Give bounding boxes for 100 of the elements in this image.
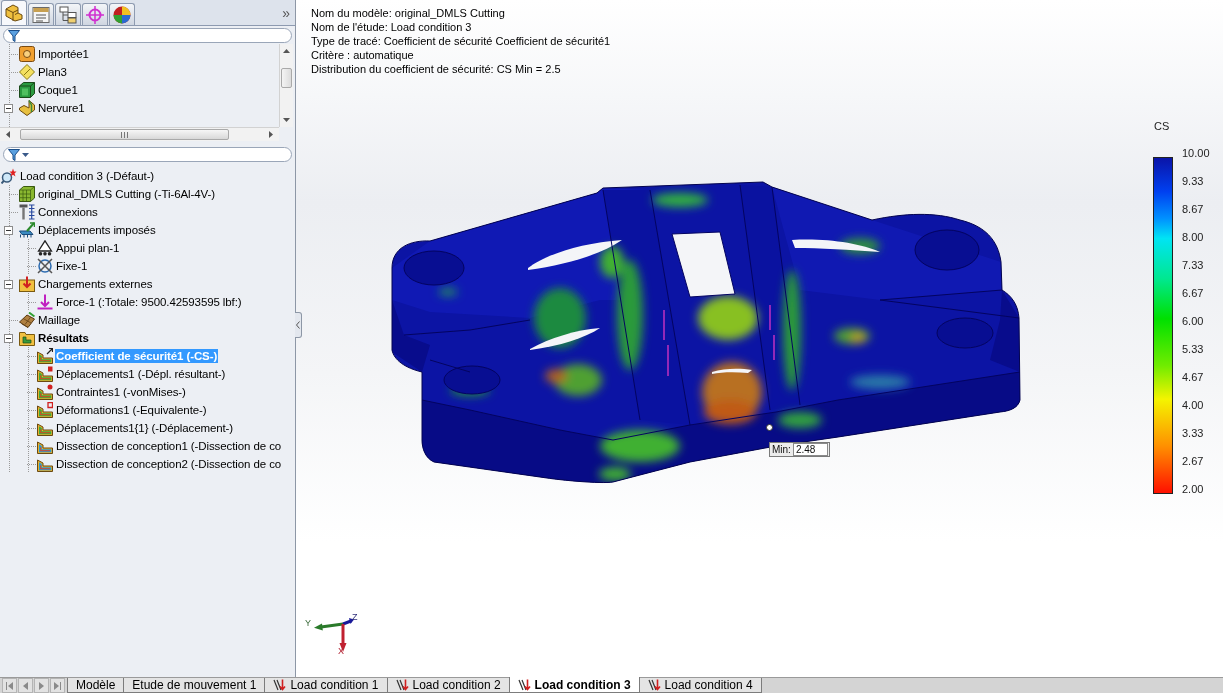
panel-tab[interactable] — [82, 3, 108, 25]
minus-toggle-icon[interactable] — [4, 279, 13, 289]
tree-item[interactable]: Déplacements1{1} (-Déplacement-) — [55, 421, 235, 435]
study-tab[interactable]: Load condition 2 — [386, 678, 510, 693]
grip-icon — [121, 131, 128, 138]
axis-label: Y — [305, 618, 311, 628]
plot-icon — [37, 384, 53, 400]
load-arrows-icon — [647, 679, 661, 691]
plot-icon — [37, 348, 53, 364]
right-triangle-icon — [269, 131, 273, 138]
tree-item[interactable]: Nervure1 — [37, 101, 86, 115]
configuration-tree-icon — [59, 5, 77, 24]
plot-info-text: Nom du modèle: original_DMLS Cutting — [311, 6, 506, 20]
minus-toggle-icon[interactable] — [4, 225, 13, 235]
scale-label: 7.33 — [1182, 258, 1205, 273]
scrollbar-thumb[interactable] — [20, 129, 229, 140]
magnifier-icon — [1, 168, 17, 184]
load-arrows-icon — [517, 678, 531, 691]
skip-start-icon — [6, 681, 13, 690]
scale-label: 10.00 — [1182, 146, 1210, 161]
mesh-icon — [19, 312, 35, 328]
tree-item[interactable]: Déplacements imposés — [37, 223, 157, 237]
left-chevron-icon — [296, 321, 300, 329]
tab-scroll-button[interactable] — [34, 678, 49, 693]
study-tab[interactable]: Load condition 3 — [508, 677, 640, 693]
panel-tab[interactable] — [1, 0, 27, 25]
vertical-scrollbar[interactable] — [279, 44, 293, 127]
panel-tab[interactable] — [109, 3, 135, 25]
panel-tab[interactable] — [28, 3, 54, 25]
scrollbar-thumb[interactable] — [281, 68, 292, 88]
axis-triad-icon — [314, 618, 354, 652]
tab-scroll-button[interactable] — [2, 678, 17, 693]
study-tab[interactable]: Load condition 4 — [638, 678, 762, 693]
part-blocks-icon — [5, 4, 23, 22]
tree-item[interactable]: Force-1 (:Totale: 9500.42593595 lbf:) — [55, 295, 243, 309]
axis-label: Z — [352, 612, 358, 622]
study-tab[interactable]: Load condition 1 — [264, 678, 388, 693]
filter-field[interactable] — [3, 28, 292, 43]
scale-label: 8.67 — [1182, 202, 1205, 217]
bracket-shape-icon — [19, 100, 35, 116]
filter-icon — [8, 148, 20, 161]
load-arrows-icon — [395, 679, 409, 691]
scale-label: 4.00 — [1182, 398, 1205, 413]
study-tab[interactable]: Modèle — [67, 678, 125, 693]
more-tabs-button[interactable]: » — [282, 5, 290, 20]
axis-label: X — [338, 646, 344, 656]
minus-toggle-icon[interactable] — [4, 333, 13, 343]
scale-label: 3.33 — [1182, 426, 1205, 441]
tree-item[interactable]: Contraintes1 (-vonMises-) — [55, 385, 187, 399]
probe-label: Min: — [772, 444, 791, 455]
tree-item[interactable]: Connexions — [37, 205, 99, 219]
plot-icon — [37, 420, 53, 436]
tree-item[interactable]: original_DMLS Cutting (-Ti-6Al-4V-) — [37, 187, 216, 201]
left-triangle-icon — [6, 131, 10, 138]
filter-field[interactable] — [3, 147, 292, 162]
grid-block-icon — [19, 186, 35, 202]
tree-item[interactable]: Chargements externes — [37, 277, 154, 291]
scale-label: 8.00 — [1182, 230, 1205, 245]
folder-icon — [19, 330, 35, 346]
tree-item[interactable]: Fixe-1 — [55, 259, 89, 273]
tree-item[interactable]: Load condition 3 (-Défaut-) — [19, 169, 156, 183]
scale-label: 4.67 — [1182, 370, 1205, 385]
scale-label: 5.33 — [1182, 342, 1205, 357]
right-triangle-icon — [38, 681, 45, 690]
property-sheet-icon — [32, 5, 50, 24]
dropdown-caret-icon — [22, 153, 29, 157]
plot-icon — [37, 438, 53, 454]
tree-item[interactable]: Plan3 — [37, 65, 68, 79]
tree-item[interactable]: Dissection de conception2 (-Dissection de co — [55, 457, 283, 471]
scale-label: 2.00 — [1182, 482, 1205, 497]
tree-item[interactable]: Coque1 — [37, 83, 79, 97]
down-triangle-icon — [283, 118, 290, 122]
scale-label: 2.67 — [1182, 454, 1205, 469]
roller-support-icon — [37, 240, 53, 256]
tree-item[interactable]: Appui plan-1 — [55, 241, 121, 255]
plot-icon — [37, 402, 53, 418]
minus-toggle-icon[interactable] — [4, 103, 13, 113]
scale-label: 9.33 — [1182, 174, 1205, 189]
probe-value: 2.48 — [792, 443, 829, 456]
plot-info-text: Distribution du coefficient de sécurité: CS Min = 2.5 — [311, 62, 562, 76]
legend-title: CS — [1153, 119, 1171, 133]
tree-item[interactable]: Importée1 — [37, 47, 90, 61]
tree-item[interactable]: Déformations1 (-Equivalente-) — [55, 403, 208, 417]
horizontal-scrollbar[interactable] — [0, 127, 279, 141]
down-arrow-icon — [37, 294, 53, 310]
load-arrows-icon — [273, 679, 287, 691]
plot-icon — [37, 456, 53, 472]
plot-icon — [37, 366, 53, 382]
tree-item[interactable]: Maillage — [37, 313, 82, 327]
left-triangle-icon — [22, 681, 29, 690]
panel-tab[interactable] — [55, 3, 81, 25]
tab-scroll-button[interactable] — [18, 678, 33, 693]
study-tab[interactable]: Etude de mouvement 1 — [123, 678, 266, 693]
tab-scroll-button[interactable] — [50, 678, 65, 693]
skip-end-icon — [54, 681, 61, 690]
bolt-spring-icon — [19, 204, 35, 220]
crosshair-icon — [86, 5, 104, 24]
tree-item[interactable]: Déplacements1 (-Dépl. résultant-) — [55, 367, 227, 381]
tree-item[interactable]: Dissection de conception1 (-Dissection de co — [55, 439, 283, 453]
tree-item[interactable]: Résultats — [37, 331, 90, 345]
